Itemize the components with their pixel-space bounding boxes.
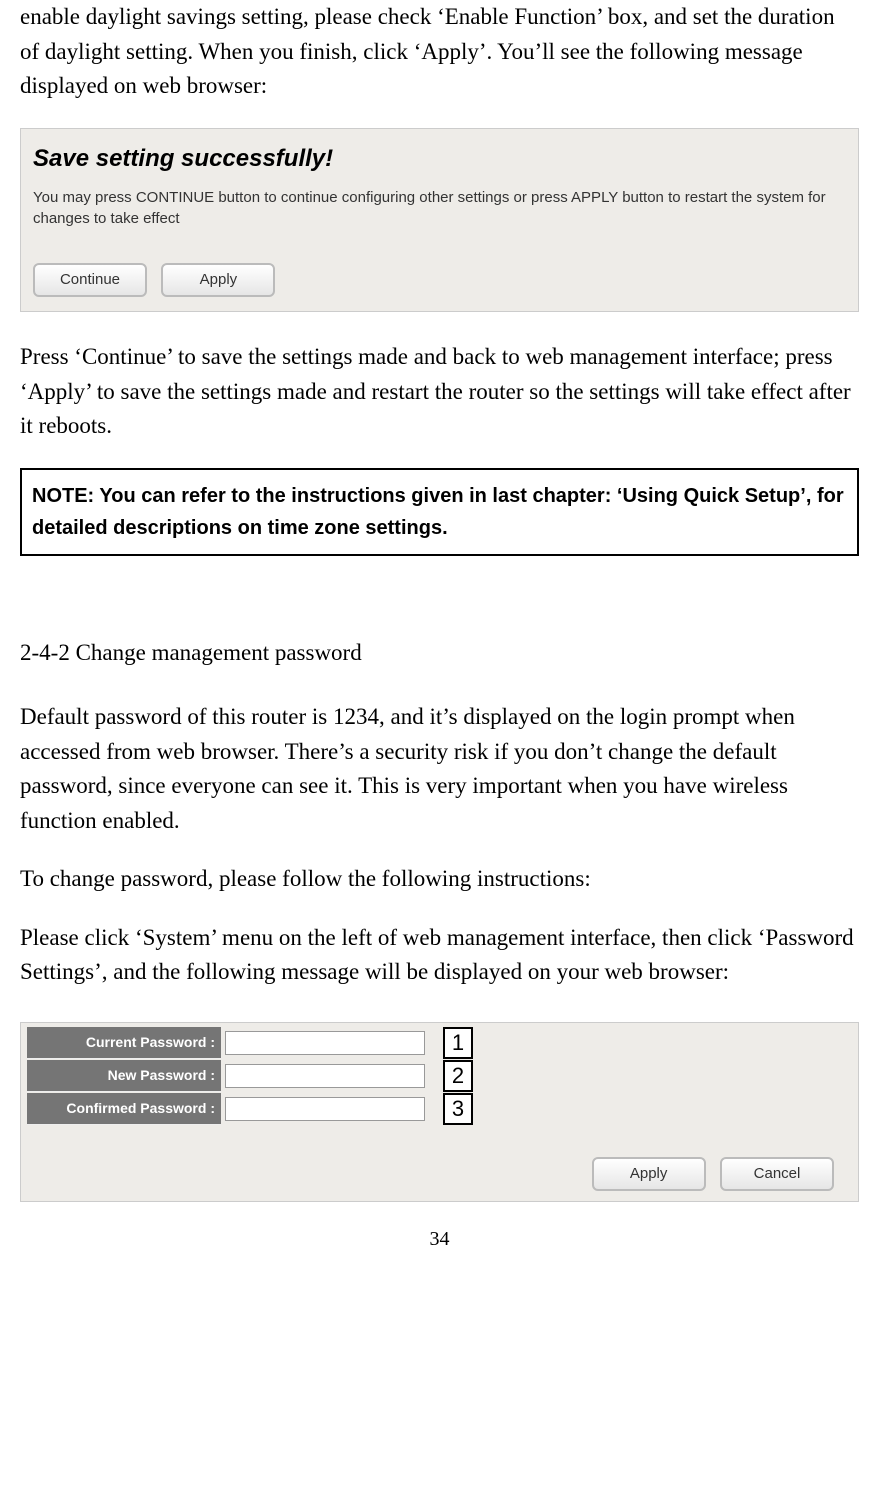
save-setting-screenshot: Save setting successfully! You may press… (20, 128, 859, 313)
callout-2: 2 (443, 1060, 473, 1092)
after-save-paragraph: Press ‘Continue’ to save the settings ma… (20, 340, 859, 444)
password-paragraph-2: To change password, please follow the fo… (20, 862, 859, 897)
callout-1: 1 (443, 1027, 473, 1059)
intro-paragraph: enable daylight savings setting, please … (20, 0, 859, 104)
confirmed-password-input[interactable] (225, 1097, 425, 1121)
apply-button-form[interactable]: Apply (592, 1157, 706, 1192)
label-new-password: New Password : (27, 1060, 221, 1092)
apply-button[interactable]: Apply (161, 263, 275, 298)
current-password-input[interactable] (225, 1031, 425, 1055)
callout-3: 3 (443, 1093, 473, 1125)
cancel-button-form[interactable]: Cancel (720, 1157, 834, 1192)
password-paragraph-3: Please click ‘System’ menu on the left o… (20, 921, 859, 990)
note-box: NOTE: You can refer to the instructions … (20, 468, 859, 556)
form-row-current-password: Current Password : 1 (27, 1027, 852, 1059)
page-number: 34 (20, 1224, 859, 1254)
continue-button[interactable]: Continue (33, 263, 147, 298)
form-row-new-password: New Password : 2 (27, 1060, 852, 1092)
new-password-input[interactable] (225, 1064, 425, 1088)
label-confirmed-password: Confirmed Password : (27, 1093, 221, 1125)
password-form-screenshot: Current Password : 1 New Password : 2 Co… (20, 1022, 859, 1203)
password-paragraph-1: Default password of this router is 1234,… (20, 700, 859, 838)
form-row-confirmed-password: Confirmed Password : 3 (27, 1093, 852, 1125)
label-current-password: Current Password : (27, 1027, 221, 1059)
save-title: Save setting successfully! (33, 141, 846, 177)
section-heading: 2-4-2 Change management password (20, 636, 859, 671)
save-message: You may press CONTINUE button to continu… (33, 187, 846, 229)
